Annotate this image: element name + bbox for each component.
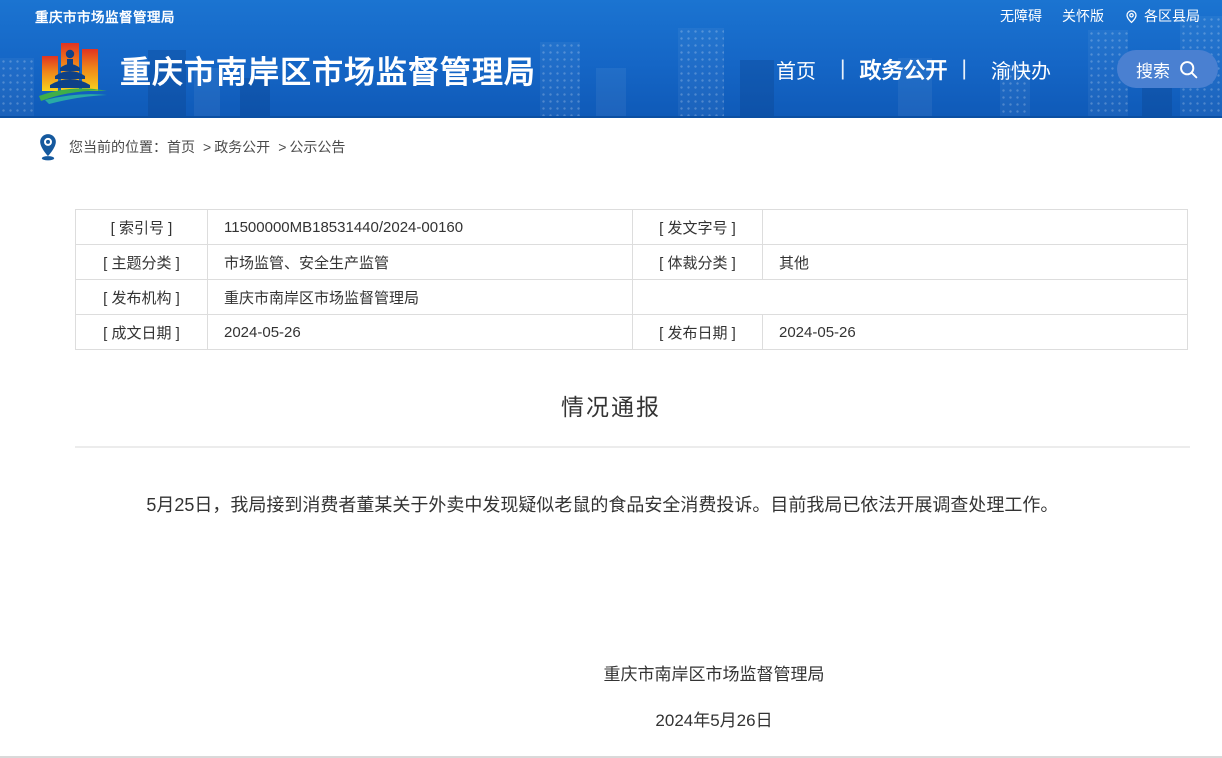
nav-item-yukuaiban[interactable]: 渝快办 <box>967 55 1075 84</box>
nav-item-gov-disclosure[interactable]: 政务公开 <box>846 53 962 85</box>
banner: 重庆市南岸区市场监督管理局 首页 | 政务公开 | 渝快办 搜索 <box>0 26 1222 112</box>
breadcrumb-separator: > <box>278 139 286 155</box>
meta-value-topic-category: 市场监管、安全生产监管 <box>208 245 633 280</box>
meta-label-publisher: [ 发布机构 ] <box>76 280 208 315</box>
search-icon <box>1178 59 1199 80</box>
article-signature: 重庆市南岸区市场监督管理局 2024年5月26日 <box>0 660 1222 731</box>
meta-label-doc-no: [ 发文字号 ] <box>633 210 763 245</box>
meta-value-index-no: 11500000MB18531440/2024-00160 <box>208 210 633 245</box>
district-bureaus-link[interactable]: 各区县局 <box>1124 6 1200 26</box>
page: 重庆市市场监督管理局 无障碍 关怀版 各区县局 <box>0 0 1222 758</box>
meta-label-index-no: [ 索引号 ] <box>76 210 208 245</box>
meta-label-topic-category: [ 主题分类 ] <box>76 245 208 280</box>
main-nav: 首页 | 政务公开 | 渝快办 <box>752 53 1075 85</box>
topbar-links: 无障碍 关怀版 各区县局 <box>1000 6 1200 26</box>
meta-value-doc-no <box>763 210 1188 245</box>
breadcrumb: 您当前的位置： 首页 > 政务公开 > 公示公告 <box>0 118 1222 176</box>
accessibility-link[interactable]: 无障碍 <box>1000 6 1042 26</box>
search-button[interactable]: 搜索 <box>1117 50 1218 88</box>
breadcrumb-item-gov-disclosure[interactable]: 政务公开 <box>214 137 270 157</box>
meta-value-publish-date: 2024-05-26 <box>763 315 1188 350</box>
meta-value-genre-category: 其他 <box>763 245 1188 280</box>
meta-value-publisher: 重庆市南岸区市场监督管理局 <box>208 280 633 315</box>
table-row: [ 成文日期 ] 2024-05-26 [ 发布日期 ] 2024-05-26 <box>76 315 1188 350</box>
breadcrumb-prefix: 您当前的位置： <box>69 137 167 157</box>
breadcrumb-text: 您当前的位置： 首页 > 政务公开 > 公示公告 <box>69 137 345 157</box>
bureau-logo <box>36 34 110 104</box>
meta-value-written-date: 2024-05-26 <box>208 315 633 350</box>
breadcrumb-pin-icon <box>38 133 58 161</box>
meta-label-genre-category: [ 体裁分类 ] <box>633 245 763 280</box>
signature-org: 重庆市南岸区市场监督管理局 <box>206 660 1222 685</box>
care-mode-link[interactable]: 关怀版 <box>1062 6 1104 26</box>
district-bureaus-label: 各区县局 <box>1144 6 1200 26</box>
nav-item-home[interactable]: 首页 <box>752 55 840 84</box>
breadcrumb-item-announcements[interactable]: 公示公告 <box>289 137 345 157</box>
table-row: [ 主题分类 ] 市场监管、安全生产监管 [ 体裁分类 ] 其他 <box>76 245 1188 280</box>
breadcrumb-item-home[interactable]: 首页 <box>167 137 195 157</box>
meta-label-written-date: [ 成文日期 ] <box>76 315 208 350</box>
breadcrumb-separator: > <box>203 139 211 155</box>
document-meta-table: [ 索引号 ] 11500000MB18531440/2024-00160 [ … <box>75 209 1188 350</box>
table-row: [ 索引号 ] 11500000MB18531440/2024-00160 [ … <box>76 210 1188 245</box>
title-divider <box>75 446 1190 448</box>
site-title: 重庆市南岸区市场监督管理局 <box>120 47 536 92</box>
article-body: 5月25日，我局接到消费者董某关于外卖中发现疑似老鼠的食品安全消费投诉。目前我局… <box>105 490 1178 520</box>
signature-date: 2024年5月26日 <box>206 706 1222 731</box>
table-row: [ 发布机构 ] 重庆市南岸区市场监督管理局 <box>76 280 1188 315</box>
meta-empty-cell <box>633 280 1188 315</box>
meta-label-publish-date: [ 发布日期 ] <box>633 315 763 350</box>
topbar: 重庆市市场监督管理局 无障碍 关怀版 各区县局 <box>0 0 1222 26</box>
site-header: 重庆市市场监督管理局 无障碍 关怀版 各区县局 <box>0 0 1222 118</box>
parent-site-name[interactable]: 重庆市市场监督管理局 <box>35 6 175 26</box>
article-title: 情况通报 <box>0 388 1222 422</box>
search-button-label: 搜索 <box>1136 57 1170 82</box>
location-pin-icon <box>1124 9 1139 24</box>
